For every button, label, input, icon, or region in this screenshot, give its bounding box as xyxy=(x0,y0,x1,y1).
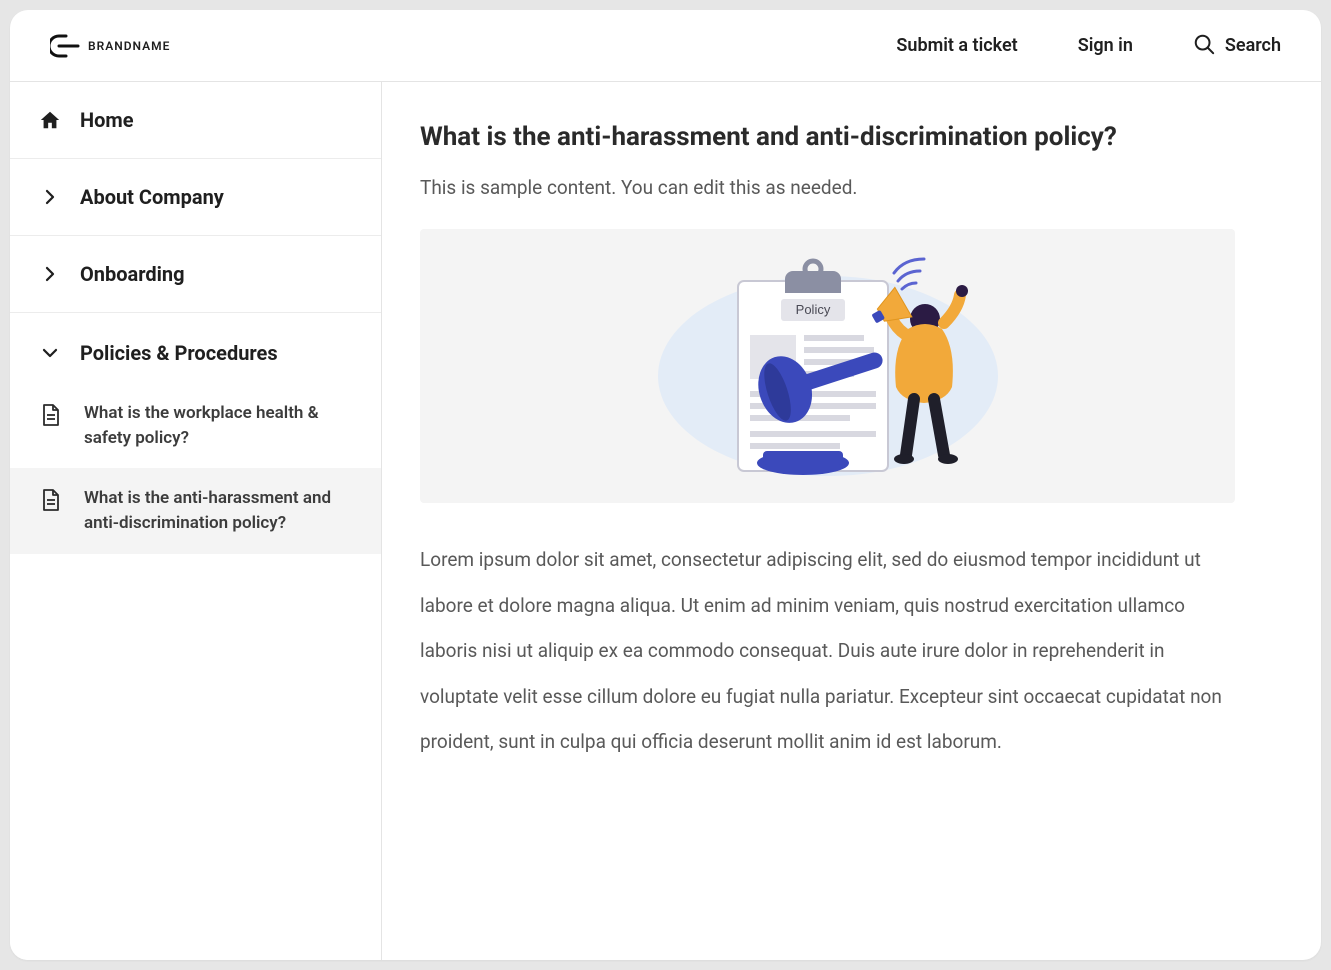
brand-logo-icon xyxy=(50,33,80,59)
article-illustration: Policy xyxy=(420,229,1235,503)
article-intro: This is sample content. You can edit thi… xyxy=(420,176,1283,199)
header-nav: Submit a ticket Sign in Search xyxy=(896,33,1281,59)
brand-name: BRANDNAME xyxy=(88,39,170,53)
brand[interactable]: BRANDNAME xyxy=(50,33,170,59)
article-title: What is the anti-harassment and anti-dis… xyxy=(420,122,1283,152)
illustration-badge-text: Policy xyxy=(795,302,830,317)
search-icon xyxy=(1193,33,1215,59)
home-icon xyxy=(38,108,62,132)
article-body: Lorem ipsum dolor sit amet, consectetur … xyxy=(420,537,1240,765)
body: Home About Company xyxy=(10,82,1321,960)
submit-ticket-link[interactable]: Submit a ticket xyxy=(896,35,1017,56)
sidebar-item-label: Policies & Procedures xyxy=(80,341,278,365)
sidebar-subitem-anti-harassment[interactable]: What is the anti-harassment and anti-dis… xyxy=(10,468,381,553)
chevron-right-icon xyxy=(38,262,62,286)
sidebar-item-label: Onboarding xyxy=(80,262,185,286)
sidebar-item-policies[interactable]: Policies & Procedures xyxy=(10,313,381,383)
sidebar-subitem-label: What is the anti-harassment and anti-dis… xyxy=(84,486,353,535)
document-icon xyxy=(38,488,62,512)
sidebar-subitem-health-safety[interactable]: What is the workplace health & safety po… xyxy=(10,383,381,468)
chevron-down-icon xyxy=(38,341,62,365)
document-icon xyxy=(38,403,62,427)
search-label: Search xyxy=(1225,35,1281,56)
sidebar: Home About Company xyxy=(10,82,382,960)
app-window: BRANDNAME Submit a ticket Sign in Search xyxy=(10,10,1321,960)
sidebar-subitem-label: What is the workplace health & safety po… xyxy=(84,401,353,450)
sidebar-item-home[interactable]: Home xyxy=(10,82,381,159)
sidebar-section-policies: Policies & Procedures What is the workpl… xyxy=(10,313,381,554)
sidebar-item-about[interactable]: About Company xyxy=(10,159,381,236)
chevron-right-icon xyxy=(38,185,62,209)
header: BRANDNAME Submit a ticket Sign in Search xyxy=(10,10,1321,82)
sign-in-link[interactable]: Sign in xyxy=(1078,35,1133,56)
sidebar-item-label: Home xyxy=(80,108,134,132)
article-main: What is the anti-harassment and anti-dis… xyxy=(382,82,1321,960)
search-button[interactable]: Search xyxy=(1193,33,1281,59)
sidebar-item-onboarding[interactable]: Onboarding xyxy=(10,236,381,313)
sidebar-item-label: About Company xyxy=(80,185,224,209)
policy-illustration-icon: Policy xyxy=(648,241,1008,491)
